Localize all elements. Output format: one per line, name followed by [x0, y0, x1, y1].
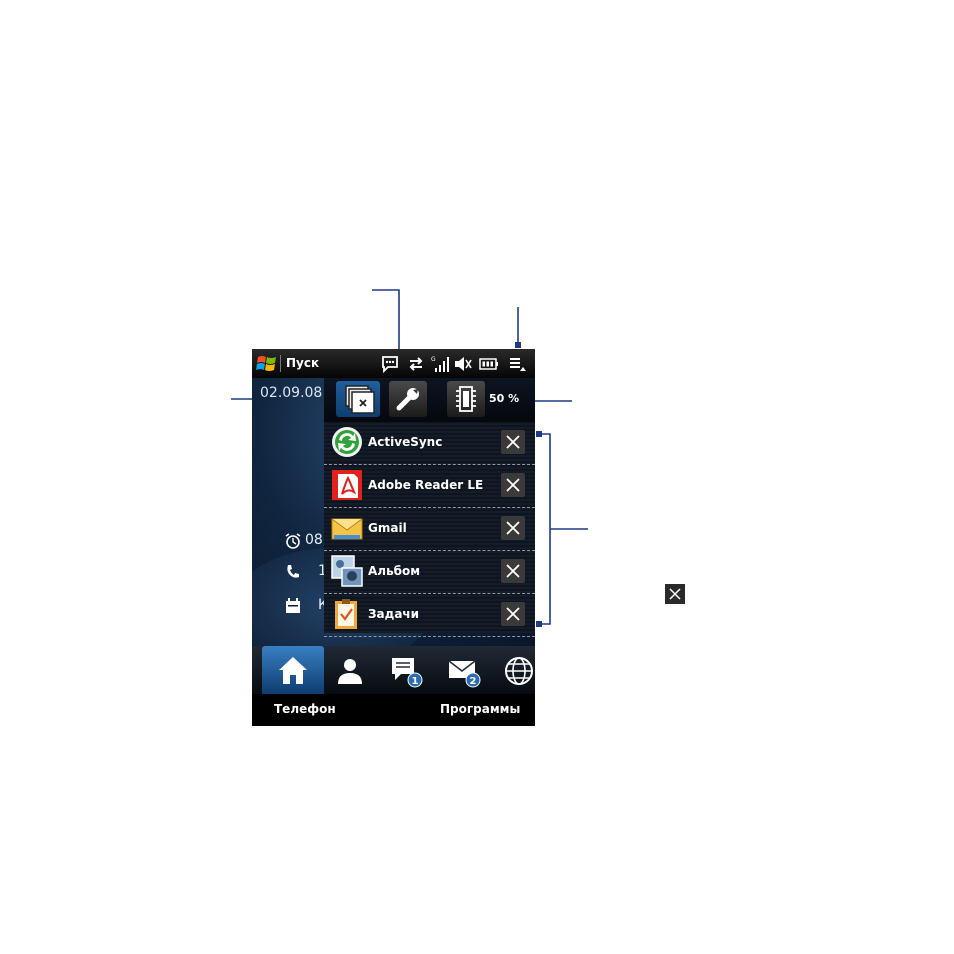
phone-call-icon: [287, 565, 299, 578]
messages-badge: 1: [412, 676, 419, 687]
task-manager-toolbar: 50 %: [324, 378, 535, 422]
close-icon: [506, 435, 520, 449]
close-icon: [506, 607, 520, 621]
soft-key-bar: Телефон Программы: [252, 694, 535, 726]
legend-close-icon-sample: [665, 584, 685, 604]
close-icon: [506, 521, 520, 535]
task-row-adobe-reader[interactable]: Adobe Reader LE: [324, 465, 535, 508]
email-icon[interactable]: 2: [447, 654, 481, 688]
task-row-album[interactable]: Альбом: [324, 551, 535, 594]
activesync-icon: [332, 427, 362, 457]
contact-icon[interactable]: [333, 654, 367, 688]
phone-screen: Пуск G 02.09.08 08 1 К 50 % ActiveSync A…: [252, 349, 535, 726]
softkey-right[interactable]: Программы: [440, 702, 520, 716]
task-label: Gmail: [368, 521, 407, 535]
softkey-left[interactable]: Телефон: [274, 702, 336, 716]
memory-usage-percent: 50 %: [489, 392, 520, 405]
home-icon: [279, 657, 307, 684]
internet-globe-icon[interactable]: [502, 654, 535, 688]
alarm-clock-icon: [285, 533, 301, 549]
sync-arrows-icon[interactable]: [406, 354, 426, 374]
close-task-button[interactable]: [501, 602, 525, 626]
email-badge: 2: [470, 676, 477, 687]
close-task-button[interactable]: [501, 559, 525, 583]
memory-chip-icon: [456, 386, 476, 412]
album-icon: [331, 555, 363, 587]
close-icon: [669, 588, 681, 600]
mail-envelope-icon: [331, 518, 363, 540]
close-icon: [506, 564, 520, 578]
notification-icon[interactable]: [380, 354, 400, 374]
task-row-tasks[interactable]: Задачи: [324, 594, 535, 637]
start-logo-icon[interactable]: [256, 353, 278, 373]
home-date: 02.09.08: [260, 385, 323, 401]
settings-tools-button[interactable]: [389, 381, 427, 417]
close-icon: [506, 478, 520, 492]
adobe-reader-icon: [332, 470, 362, 500]
close-task-button[interactable]: [501, 473, 525, 497]
speaker-muted-icon[interactable]: [453, 354, 473, 374]
task-row-gmail[interactable]: Gmail: [324, 508, 535, 551]
task-label: Adobe Reader LE: [368, 478, 484, 492]
task-label: Задачи: [368, 607, 420, 621]
start-label[interactable]: Пуск: [286, 356, 319, 370]
task-manager-icon: [345, 385, 375, 414]
task-label: ActiveSync: [368, 435, 443, 449]
start-separator: [280, 355, 281, 372]
memory-button[interactable]: [447, 381, 485, 417]
running-tasks-list: ActiveSync Adobe Reader LE Gmail Альбом …: [324, 422, 535, 637]
status-bar: Пуск G: [252, 349, 535, 378]
calendar-icon: [286, 598, 300, 613]
tab-home[interactable]: [262, 646, 324, 694]
task-row-activesync[interactable]: ActiveSync: [324, 422, 535, 465]
close-task-button[interactable]: [501, 430, 525, 454]
signal-strength-icon[interactable]: G: [430, 354, 450, 374]
battery-icon[interactable]: [479, 354, 499, 374]
touchflo-tab-bar: 1 2: [252, 646, 535, 694]
tasks-clipboard-icon: [335, 599, 357, 629]
quick-menu-icon[interactable]: [508, 354, 528, 374]
svg-text:G: G: [431, 356, 436, 363]
tools-icon: [396, 388, 419, 411]
running-programs-button[interactable]: [336, 381, 380, 417]
close-task-button[interactable]: [501, 516, 525, 540]
messages-icon[interactable]: 1: [389, 654, 423, 688]
task-label: Альбом: [368, 564, 421, 578]
alarm-time: 08: [305, 532, 323, 548]
